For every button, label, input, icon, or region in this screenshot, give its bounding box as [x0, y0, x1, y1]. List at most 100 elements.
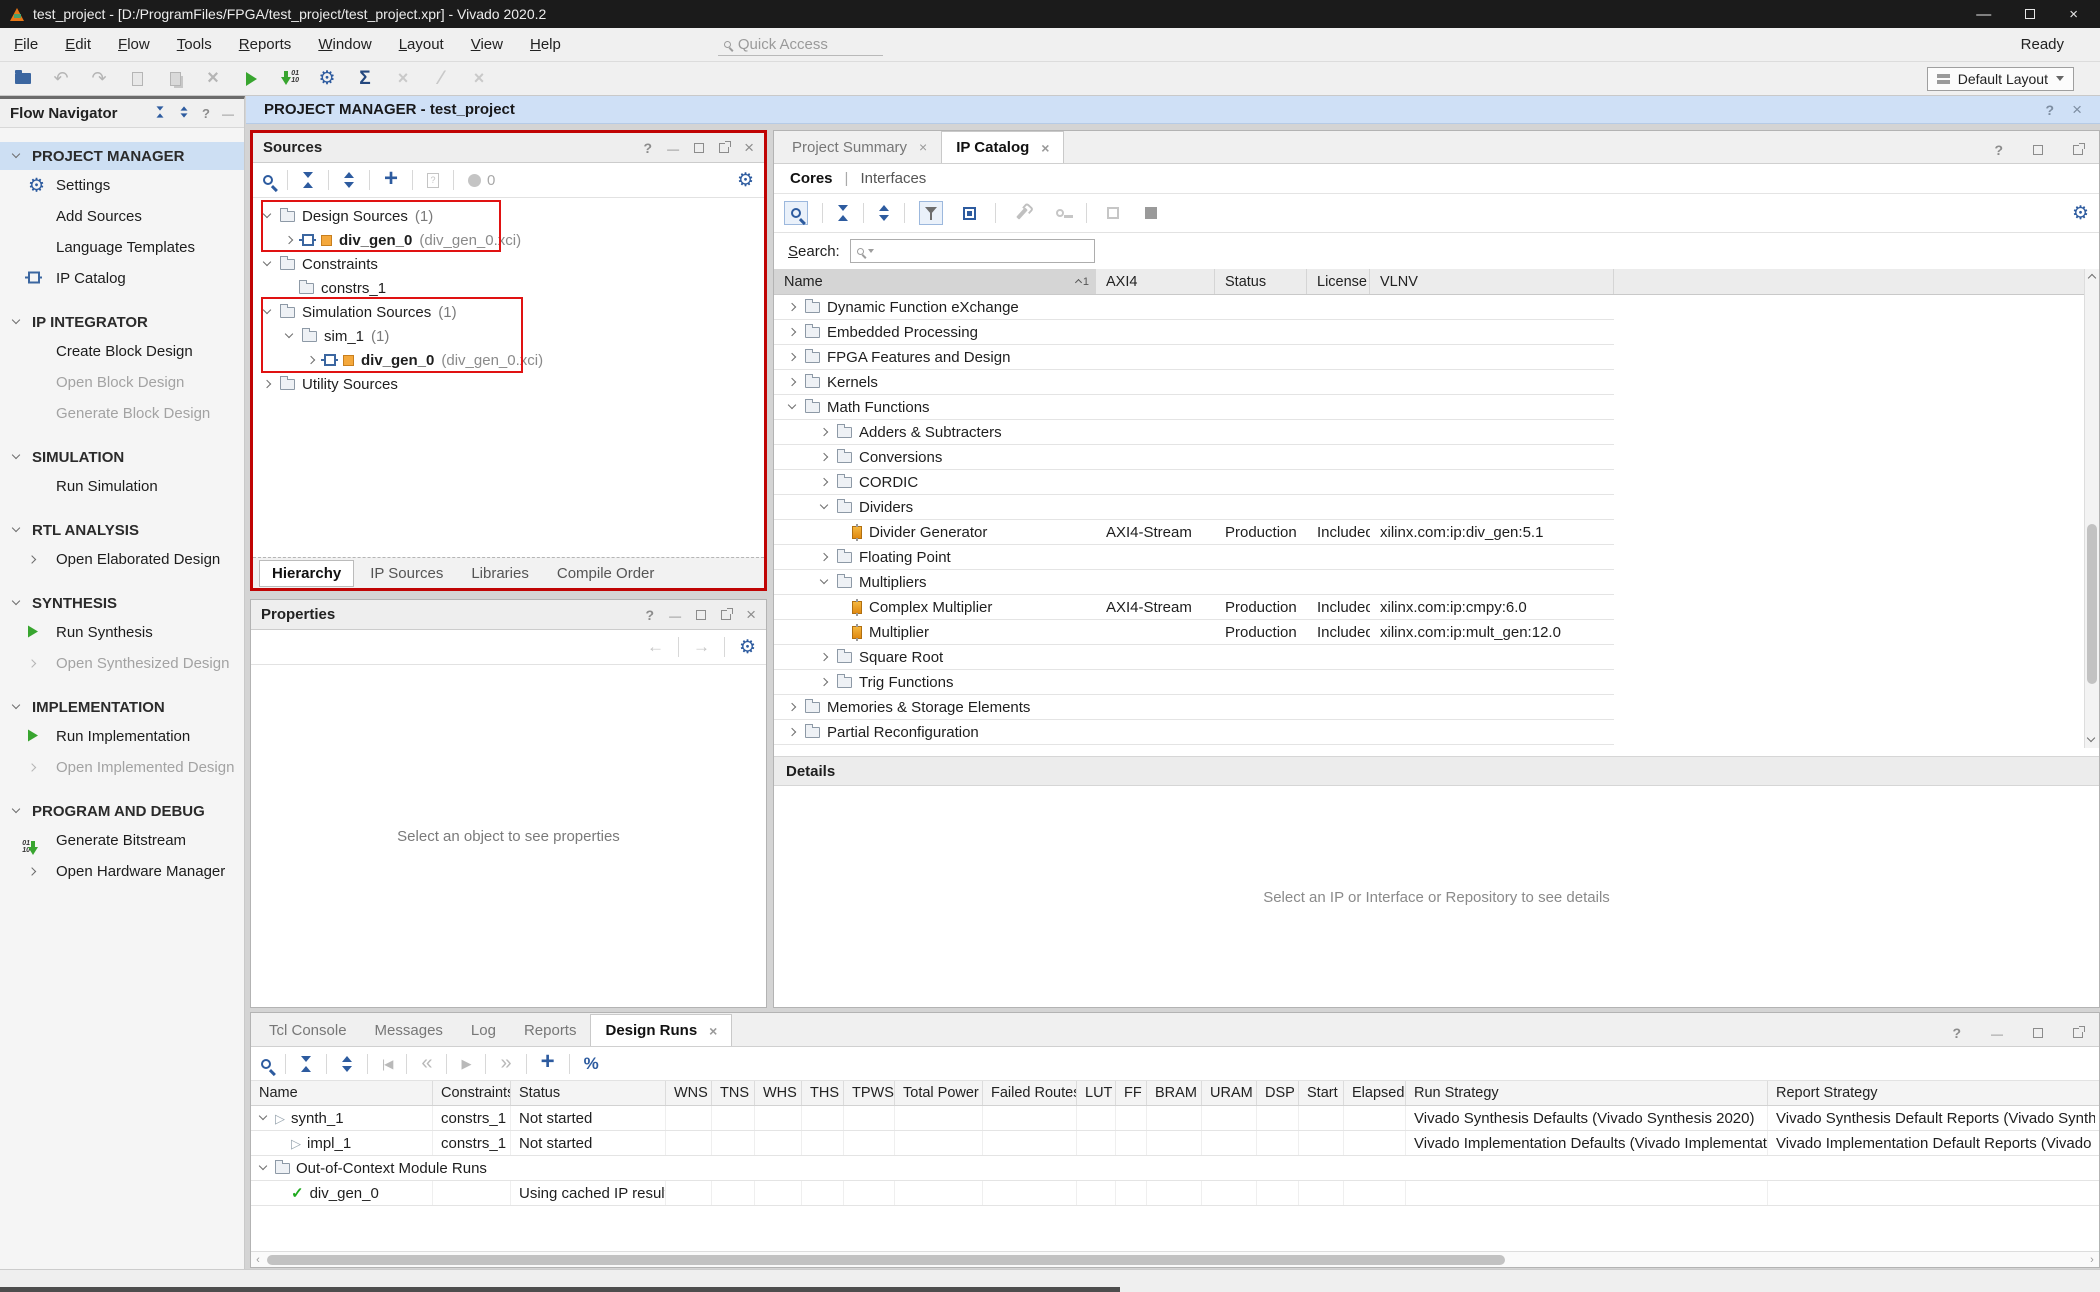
column-axi4[interactable]: AXI4	[1096, 269, 1215, 294]
ip-category-row[interactable]: Adders & Subtracters	[774, 420, 1614, 445]
expand-all-icon[interactable]	[341, 1056, 353, 1072]
gear-icon[interactable]	[739, 636, 756, 659]
help-icon[interactable]	[646, 608, 655, 622]
chevron-right-icon[interactable]	[820, 552, 830, 562]
expand-all-icon[interactable]	[180, 106, 188, 117]
close-icon[interactable]: ×	[919, 139, 927, 155]
chevron-right-icon[interactable]	[820, 652, 830, 662]
collapse-all-icon[interactable]	[302, 172, 314, 188]
ip-core-row[interactable]: MultiplierProductionIncludedxilinx.com:i…	[774, 620, 1614, 645]
minimize-icon[interactable]	[222, 106, 234, 121]
menu-tools[interactable]: Tools	[177, 36, 212, 53]
scroll-right-icon[interactable]: ›	[2085, 1254, 2099, 1266]
fn-item-ip-catalog[interactable]: IP Catalog	[0, 263, 244, 294]
tab-log[interactable]: Log	[457, 1014, 510, 1046]
tree-item-simulation-sources[interactable]: Simulation Sources(1)	[253, 300, 764, 324]
subtab-interfaces[interactable]: Interfaces	[860, 170, 926, 187]
tree-item-div-gen-design[interactable]: div_gen_0(div_gen_0.xci)	[253, 228, 764, 252]
help-icon[interactable]	[644, 141, 653, 155]
tab-compile-order[interactable]: Compile Order	[545, 561, 667, 586]
ip-category-row[interactable]: Partial Reconfiguration	[774, 720, 1614, 745]
close-icon[interactable]: ×	[709, 1023, 717, 1039]
ip-category-row[interactable]: CORDIC	[774, 470, 1614, 495]
minimize-icon[interactable]	[669, 608, 681, 622]
minimize-icon[interactable]	[1991, 1026, 2003, 1040]
help-icon[interactable]	[1952, 1026, 1961, 1040]
tree-item-div-gen-sim[interactable]: div_gen_0(div_gen_0.xci)	[253, 348, 764, 372]
chevron-down-icon[interactable]	[820, 502, 830, 512]
ip-category-row[interactable]: Memories & Storage Elements	[774, 695, 1614, 720]
help-icon[interactable]	[202, 106, 210, 121]
undo-button[interactable]	[50, 68, 72, 90]
fn-item-create-block-design[interactable]: Create Block Design	[0, 336, 244, 367]
help-icon[interactable]	[2046, 102, 2055, 118]
window-maximize-icon[interactable]	[2025, 9, 2035, 19]
search-icon[interactable]	[261, 1059, 271, 1069]
close-icon[interactable]: ×	[1041, 140, 1049, 156]
chevron-down-icon[interactable]	[263, 259, 273, 269]
menu-reports[interactable]: Reports	[239, 36, 292, 53]
section-header-project-manager[interactable]: PROJECT MANAGER	[0, 142, 244, 170]
chevron-right-icon[interactable]	[307, 355, 317, 365]
section-header-synthesis[interactable]: SYNTHESIS	[0, 589, 244, 617]
scroll-left-icon[interactable]: ‹	[251, 1254, 265, 1266]
fn-item-settings[interactable]: Settings	[0, 170, 244, 201]
tab-libraries[interactable]: Libraries	[459, 561, 541, 586]
ip-category-row[interactable]: Dividers	[774, 495, 1614, 520]
column-name[interactable]: Name1	[774, 269, 1096, 294]
copy-button[interactable]	[126, 68, 148, 90]
ip-core-row[interactable]: Divider GeneratorAXI4-StreamProductionIn…	[774, 520, 1614, 545]
chevron-right-icon[interactable]	[820, 477, 830, 487]
collapse-all-icon[interactable]	[156, 106, 164, 117]
scrollbar-thumb[interactable]	[267, 1255, 1505, 1265]
tab-ip-sources[interactable]: IP Sources	[358, 561, 455, 586]
chevron-right-icon[interactable]	[820, 677, 830, 687]
ip-category-row[interactable]: Dynamic Function eXchange	[774, 295, 1614, 320]
column-vlnv[interactable]: VLNV	[1370, 269, 1614, 294]
fn-item-run-synthesis[interactable]: Run Synthesis	[0, 617, 244, 648]
tab-tcl-console[interactable]: Tcl Console	[255, 1014, 361, 1046]
maximize-icon[interactable]	[2033, 145, 2043, 155]
vertical-scrollbar[interactable]	[2084, 269, 2099, 748]
paste-button[interactable]	[164, 68, 186, 90]
report-button[interactable]	[354, 68, 376, 90]
chevron-down-icon[interactable]	[263, 211, 273, 221]
column-license[interactable]: License	[1307, 269, 1370, 294]
float-icon[interactable]	[2073, 145, 2083, 155]
chevron-down-icon[interactable]	[259, 1113, 269, 1123]
menu-edit[interactable]: Edit	[65, 36, 91, 53]
expand-all-icon[interactable]	[878, 205, 890, 221]
run-row-div-gen-0[interactable]: div_gen_0 Using cached IP results	[251, 1181, 2099, 1206]
run-row-synth-1[interactable]: synth_1 constrs_1 Not started Vivado Syn…	[251, 1106, 2099, 1131]
menu-help[interactable]: Help	[530, 36, 561, 53]
ip-category-row[interactable]: Conversions	[774, 445, 1614, 470]
scroll-up-icon[interactable]	[2087, 272, 2097, 282]
chevron-right-icon[interactable]	[263, 379, 273, 389]
tree-item-design-sources[interactable]: Design Sources(1)	[253, 204, 764, 228]
quick-access-search[interactable]: Quick Access	[718, 34, 883, 56]
scrollbar-thumb[interactable]	[2087, 524, 2097, 684]
collapse-all-icon[interactable]	[300, 1056, 312, 1072]
expand-all-icon[interactable]	[343, 172, 355, 188]
section-header-program-debug[interactable]: PROGRAM AND DEBUG	[0, 797, 244, 825]
chevron-down-icon[interactable]	[820, 577, 830, 587]
chevron-right-icon[interactable]	[285, 235, 295, 245]
fn-item-open-elaborated-design[interactable]: Open Elaborated Design	[0, 544, 244, 575]
tab-design-runs[interactable]: Design Runs×	[590, 1014, 732, 1046]
add-sources-icon[interactable]	[384, 171, 398, 190]
menu-layout[interactable]: Layout	[399, 36, 444, 53]
section-header-rtl-analysis[interactable]: RTL ANALYSIS	[0, 516, 244, 544]
generate-bitstream-button[interactable]: 0110	[278, 68, 300, 90]
float-icon[interactable]	[719, 143, 729, 153]
close-icon[interactable]	[746, 606, 756, 623]
ip-category-row[interactable]: Square Root	[774, 645, 1614, 670]
chevron-down-icon[interactable]	[285, 331, 295, 341]
float-icon[interactable]	[2073, 1028, 2083, 1038]
chevron-down-icon[interactable]	[788, 402, 798, 412]
ip-category-row[interactable]: FPGA Features and Design	[774, 345, 1614, 370]
run-row-ooc-group[interactable]: Out-of-Context Module Runs	[251, 1156, 2099, 1181]
layout-selector[interactable]: Default Layout	[1927, 67, 2074, 91]
ip-category-row[interactable]: Kernels	[774, 370, 1614, 395]
subtab-cores[interactable]: Cores	[790, 170, 833, 187]
progress-icon[interactable]	[584, 1054, 599, 1074]
